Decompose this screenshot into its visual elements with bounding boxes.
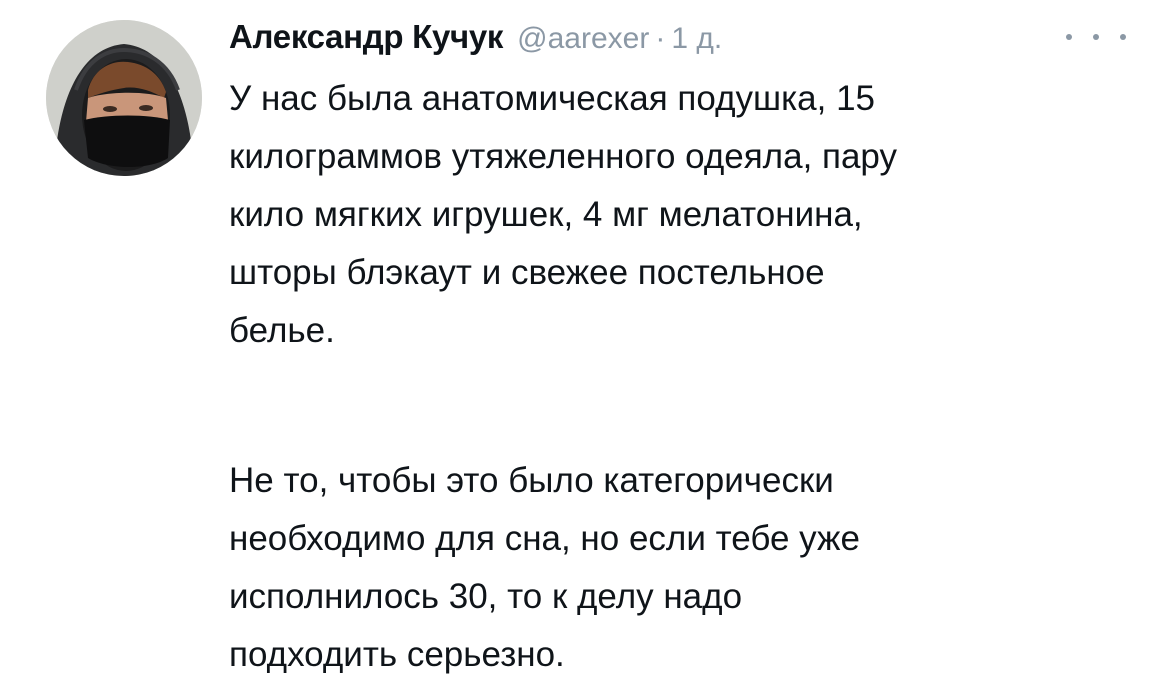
more-icon-dot	[1120, 34, 1126, 40]
tweet-text-line: шторы блэкаут и свежее постельное	[229, 253, 825, 292]
timestamp[interactable]: 1 д.	[671, 22, 722, 56]
tweet-text-line: необходимо для сна, но если тебе уже	[229, 519, 860, 558]
avatar[interactable]	[46, 20, 202, 176]
tweet-text-line: белье.	[229, 311, 335, 350]
tweet-text-line: Не то, чтобы это было категорически	[229, 461, 834, 500]
tweet: Александр Кучук @aarexer · 1 д. У нас бы…	[0, 0, 1169, 674]
avatar-image	[46, 20, 202, 176]
separator: ·	[655, 22, 666, 55]
tweet-header: Александр Кучук @aarexer · 1 д.	[229, 18, 722, 68]
tweet-text-line: У нас была анатомическая подушка, 15	[229, 79, 875, 118]
tweet-text: У нас была анатомическая подушка, 15 кил…	[229, 70, 1129, 684]
tweet-text-line: подходить серьезно.	[229, 635, 565, 674]
author-handle[interactable]: @aarexer	[517, 22, 649, 56]
author-name[interactable]: Александр Кучук	[229, 18, 503, 56]
tweet-text-line: кило мягких игрушек, 4 мг мелатонина,	[229, 195, 863, 234]
more-icon-dot	[1066, 34, 1072, 40]
more-icon[interactable]	[1066, 22, 1126, 52]
more-icon-dot	[1093, 34, 1099, 40]
tweet-text-line: килограммов утяжеленного одеяла, пару	[229, 137, 898, 176]
tweet-text-line: исполнилось 30, то к делу надо	[229, 577, 743, 616]
